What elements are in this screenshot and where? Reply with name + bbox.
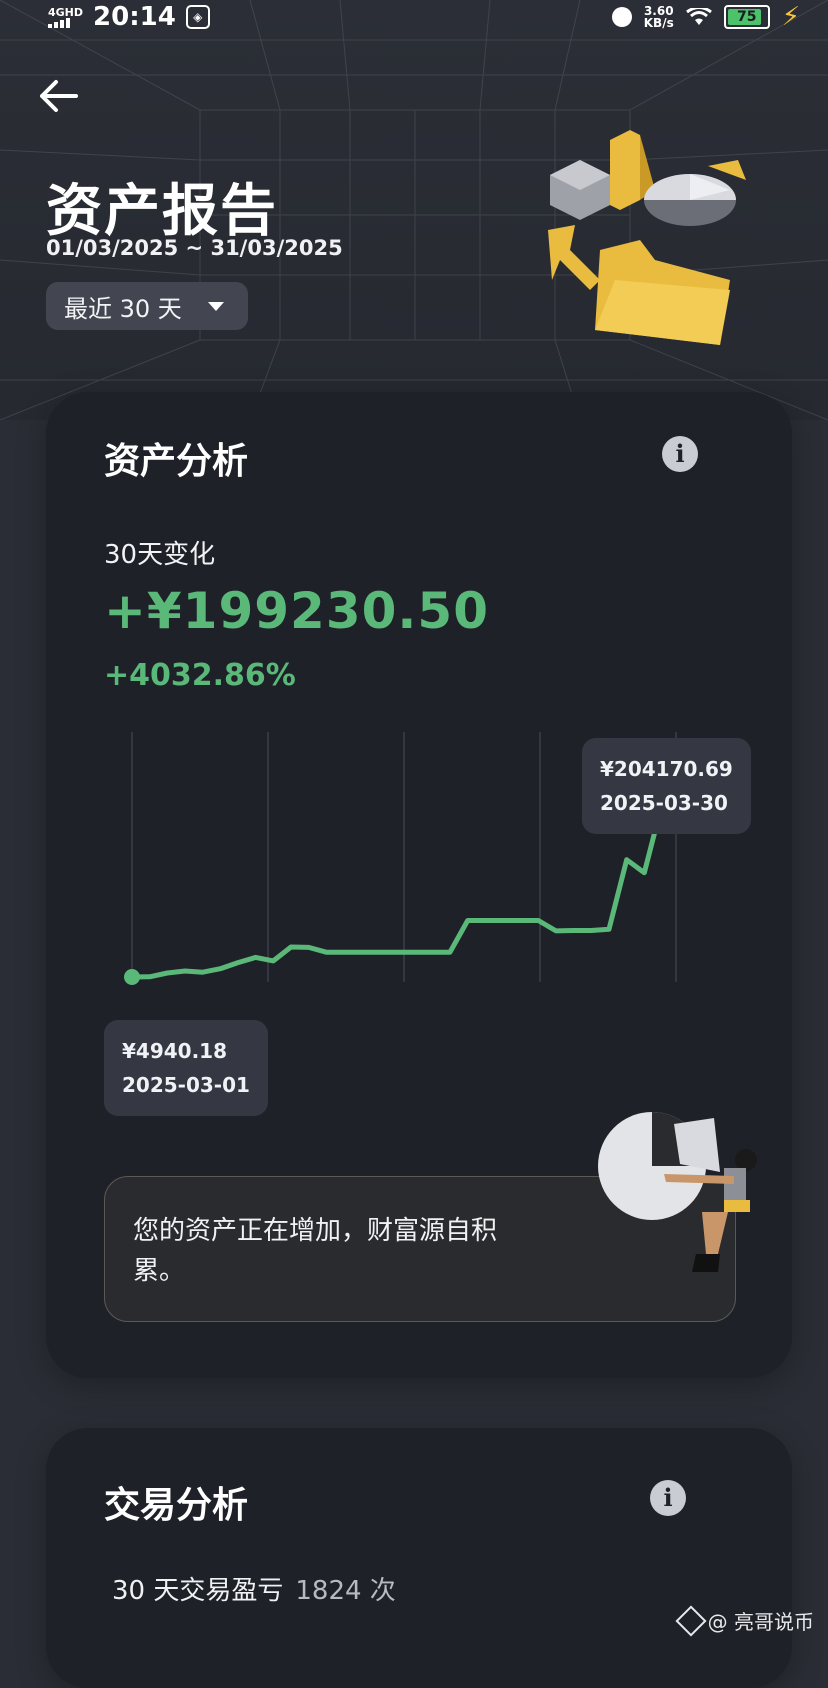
status-bar: 4GHD 20:14 ◈ 3.60 KB/s 75 ⚡ (0, 0, 828, 34)
info-icon[interactable]: i (662, 436, 698, 472)
network-speed: 3.60 KB/s (643, 4, 674, 30)
start-point-marker (124, 969, 140, 985)
change-amount: +¥199230.50 (104, 582, 489, 640)
report-illustration (548, 130, 746, 345)
person-with-pie-chart-illustration (598, 1112, 757, 1272)
change-label: 30天变化 (104, 540, 216, 570)
status-time: 20:14 (93, 2, 176, 32)
page-title: 资产报告 (46, 179, 278, 244)
chart-start-tooltip: ¥4940.18 2025-03-01 (104, 1020, 268, 1116)
asset-series-line (129, 801, 665, 980)
start-value: ¥4940.18 (122, 1039, 228, 1063)
wifi-icon (685, 8, 712, 25)
asset-analysis-title: 资产分析 (104, 441, 249, 482)
caret-down-icon (207, 301, 224, 311)
binance-logo-icon (675, 1604, 707, 1637)
end-value: ¥204170.69 (600, 757, 733, 781)
period-dropdown[interactable]: 最近 30 天 (46, 282, 248, 330)
trade-pnl-row: 30 天交易盈亏 1824 次 (112, 1570, 396, 1607)
cellular-signal-icon: 4GHD (48, 7, 83, 28)
back-arrow-icon[interactable] (36, 76, 80, 116)
trade-pnl-count: 1824 次 (295, 1576, 396, 1606)
info-icon[interactable]: i (650, 1480, 686, 1516)
period-dropdown-label: 最近 30 天 (64, 294, 182, 323)
battery-icon: 75 (723, 5, 770, 29)
date-range: 01/03/2025 ~ 31/03/2025 (46, 236, 343, 260)
trade-analysis-card: 交易分析 i 30 天交易盈亏 1824 次 (46, 1428, 792, 1688)
growth-message: 您的资产正在增加，财富源自积累。 (133, 1216, 498, 1286)
trade-pnl-label: 30 天交易盈亏 (112, 1576, 284, 1606)
asset-analysis-card: 资产分析 i 30天变化 +¥199230.50 +4032.86% ¥2041… (46, 392, 792, 1378)
start-date: 2025-03-01 (122, 1073, 250, 1097)
chart-end-tooltip: ¥204170.69 2025-03-30 (582, 738, 751, 834)
trade-analysis-title: 交易分析 (104, 1485, 249, 1526)
watermark: @ 亮哥说币 (675, 1604, 814, 1637)
alarm-icon (611, 7, 632, 27)
change-percent: +4032.86% (104, 658, 296, 693)
end-date: 2025-03-30 (600, 791, 728, 815)
notification-app-icon: ◈ (185, 5, 210, 29)
charging-icon: ⚡ (781, 2, 800, 32)
